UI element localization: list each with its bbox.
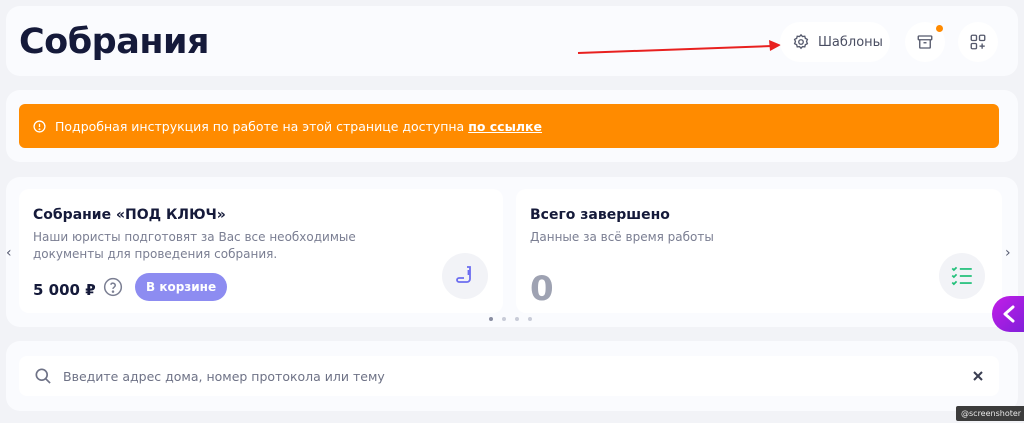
completed-description: Данные за всё время работы [530, 230, 714, 244]
annotation-arrow-icon [577, 40, 781, 54]
watermark: @screenshoter [956, 406, 1024, 421]
clear-search-button[interactable] [963, 361, 993, 391]
completed-icon-wrap [939, 253, 985, 299]
templates-button[interactable]: Шаблоны [780, 22, 890, 62]
instruction-notice: Подробная инструкция по работе на этой с… [19, 104, 999, 148]
notice-message: Подробная инструкция по работе на этой с… [55, 118, 469, 134]
search-input[interactable] [63, 356, 953, 396]
document-pen-icon [456, 266, 471, 283]
instruction-link[interactable]: по ссылке [468, 119, 542, 134]
carousel-prev-button[interactable]: ‹ [6, 245, 12, 261]
cards-carousel: ‹ Собрание «ПОД КЛЮЧ» Наши юристы подгот… [6, 177, 1018, 327]
page-title: Собрания [19, 22, 210, 62]
turnkey-description: Наши юристы подготовят за Вас все необхо… [33, 230, 356, 261]
info-icon [33, 119, 46, 133]
notice-text: Подробная инструкция по работе на этой с… [55, 119, 542, 134]
page-header: Собрания Шаблоны [6, 6, 1018, 76]
in-cart-badge[interactable]: В корзине [135, 273, 228, 301]
search-icon [35, 368, 51, 384]
carousel-dots [489, 317, 532, 321]
chevron-left-icon [1003, 305, 1015, 323]
archive-button[interactable] [905, 22, 945, 62]
completed-card[interactable]: Всего завершено Данные за всё время рабо… [516, 189, 1002, 313]
turnkey-price: 5 000 ₽ [33, 281, 96, 299]
notice-section: Подробная инструкция по работе на этой с… [6, 90, 1018, 162]
carousel-dot[interactable] [489, 317, 493, 321]
turnkey-title: Собрание «ПОД КЛЮЧ» [33, 207, 226, 223]
templates-label: Шаблоны [818, 34, 883, 50]
carousel-dot[interactable] [502, 317, 506, 321]
close-icon [973, 371, 983, 381]
carousel-next-button[interactable]: › [1005, 245, 1011, 261]
carousel-dot[interactable] [515, 317, 519, 321]
gear-icon [793, 33, 809, 50]
turnkey-icon-wrap [442, 253, 488, 299]
apps-add-icon [970, 34, 986, 50]
completed-title: Всего завершено [530, 207, 670, 223]
notification-dot [936, 25, 943, 32]
help-icon[interactable] [103, 277, 123, 297]
add-widget-button[interactable] [958, 22, 998, 62]
completed-count: 0 [530, 269, 554, 309]
search-section [6, 341, 1018, 411]
archive-icon [917, 35, 933, 49]
turnkey-card[interactable]: Собрание «ПОД КЛЮЧ» Наши юристы подготов… [19, 189, 503, 313]
side-panel-toggle[interactable] [992, 296, 1024, 332]
carousel-dot[interactable] [528, 317, 532, 321]
search-box [19, 356, 999, 396]
checklist-icon [951, 266, 972, 286]
